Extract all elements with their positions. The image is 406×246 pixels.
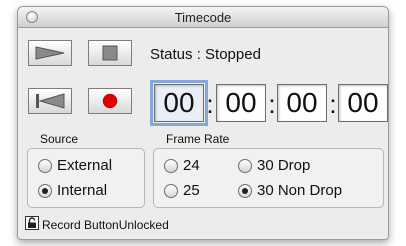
timecode-separator: : (268, 89, 276, 119)
record-button[interactable] (88, 88, 132, 114)
radio-label: 30 Non Drop (257, 182, 343, 199)
radio-label: 24 (183, 157, 200, 174)
radio-label: External (57, 157, 113, 174)
play-button[interactable] (28, 40, 72, 66)
radio-label: Internal (57, 182, 108, 199)
lock-icon[interactable] (25, 216, 39, 230)
frame-rate-25-radio[interactable]: 25 (164, 182, 200, 199)
timecode-separator: : (329, 89, 337, 119)
radio-button-icon (164, 183, 178, 198)
record-lock-label: Record ButtonUnlocked (42, 218, 169, 232)
radio-button-icon (38, 158, 52, 173)
frame-rate-30-drop-radio[interactable]: 30 Drop (238, 157, 310, 174)
timecode-window: Timecode Status : Stopped 00: 00: 00:… (17, 6, 389, 240)
source-external-radio[interactable]: External (38, 157, 112, 174)
stop-icon (102, 45, 118, 61)
frame-rate-group-title: Frame Rate (166, 132, 230, 146)
radio-button-icon (238, 158, 252, 173)
timecode-minutes-field[interactable]: 00 (216, 84, 266, 122)
frame-rate-24-radio[interactable]: 24 (164, 157, 200, 174)
radio-label: 25 (183, 182, 200, 199)
timecode-hours-field[interactable]: 00 (150, 80, 208, 126)
timecode-separator: : (206, 89, 214, 119)
radio-button-icon (164, 158, 178, 173)
source-group-title: Source (40, 132, 79, 146)
rewind-to-start-icon (36, 93, 65, 109)
source-internal-radio[interactable]: Internal (38, 182, 107, 199)
status-text: Status : Stopped (150, 46, 261, 63)
play-icon (35, 46, 65, 60)
radio-button-icon (238, 183, 252, 198)
window-title: Timecode (174, 10, 232, 25)
frame-rate-group: 24 25 30 Drop 30 Non Drop (153, 148, 384, 208)
radio-button-icon (38, 183, 52, 198)
title-bar[interactable]: Timecode (18, 7, 388, 28)
record-icon (102, 93, 118, 109)
frame-rate-30-non-drop-radio[interactable]: 30 Non Drop (238, 182, 342, 199)
window-content: Status : Stopped 00 : 00 : 00 : 00 Sourc… (18, 28, 388, 239)
timecode-seconds-field[interactable]: 00 (277, 84, 327, 122)
stop-button[interactable] (88, 40, 132, 66)
radio-label: 30 Drop (257, 157, 311, 174)
rewind-button[interactable] (28, 88, 72, 114)
source-group: External Internal (27, 148, 145, 208)
timecode-frames-field[interactable]: 00 (338, 84, 388, 122)
